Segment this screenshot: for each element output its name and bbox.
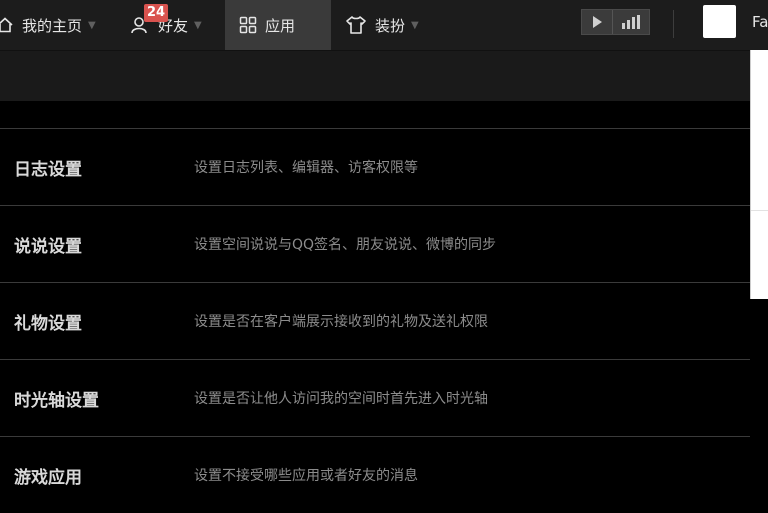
user-name[interactable]: Fa	[752, 0, 768, 45]
nav-item-apps-label: 应用	[265, 16, 296, 35]
settings-row-gift[interactable]: 礼物设置 设置是否在客户端展示接收到的礼物及送礼权限	[0, 282, 750, 359]
equalizer-icon	[622, 15, 640, 29]
nav-item-dressup[interactable]: 装扮 ▼	[345, 0, 419, 50]
settings-list: 日志设置 设置日志列表、编辑器、访客权限等 说说设置 设置空间说说与QQ签名、朋…	[0, 128, 750, 513]
settings-row-title: 游戏应用	[14, 467, 82, 488]
settings-row-title: 礼物设置	[14, 313, 82, 334]
sub-header-bar	[0, 51, 768, 101]
settings-row-timeline[interactable]: 时光轴设置 设置是否让他人访问我的空间时首先进入时光轴	[0, 359, 750, 436]
chevron-down-icon: ▼	[194, 19, 202, 31]
play-button[interactable]	[582, 10, 613, 34]
chevron-down-icon: ▼	[88, 19, 96, 31]
settings-row-desc: 设置日志列表、编辑器、访客权限等	[194, 160, 418, 176]
friends-count-badge: 24	[144, 4, 169, 22]
nav-item-dressup-label: 装扮	[375, 16, 406, 35]
settings-row-games[interactable]: 游戏应用 设置不接受哪些应用或者好友的消息	[0, 436, 750, 513]
play-icon	[593, 16, 602, 28]
nav-item-home-label: 我的主页	[22, 16, 83, 35]
settings-row-desc: 设置是否在客户端展示接收到的礼物及送礼权限	[194, 314, 488, 330]
nav-item-home[interactable]: 我的主页 ▼	[0, 0, 96, 50]
settings-row-title: 时光轴设置	[14, 390, 99, 411]
nav-divider	[673, 10, 674, 38]
settings-row-title: 说说设置	[14, 236, 82, 257]
tshirt-icon	[345, 15, 367, 35]
settings-row-desc: 设置是否让他人访问我的空间时首先进入时光轴	[194, 391, 488, 407]
chevron-down-icon: ▼	[411, 19, 419, 31]
dropdown-panel	[750, 50, 768, 299]
apps-grid-icon	[239, 16, 257, 34]
settings-row-title: 日志设置	[14, 159, 82, 180]
settings-row-desc: 设置不接受哪些应用或者好友的消息	[194, 468, 418, 484]
avatar[interactable]	[703, 5, 736, 38]
home-icon	[0, 16, 14, 34]
equalizer-button[interactable]	[613, 10, 649, 34]
top-nav-bar: 我的主页 ▼ 好友 ▼ 24 应用 装扮 ▼ Fa	[0, 0, 768, 51]
music-player-control[interactable]	[581, 9, 650, 35]
nav-item-apps[interactable]: 应用	[225, 0, 331, 50]
settings-row-desc: 设置空间说说与QQ签名、朋友说说、微博的同步	[194, 237, 497, 253]
settings-row-shuoshuo[interactable]: 说说设置 设置空间说说与QQ签名、朋友说说、微博的同步	[0, 205, 750, 282]
dropdown-divider	[751, 210, 768, 211]
settings-row-blog[interactable]: 日志设置 设置日志列表、编辑器、访客权限等	[0, 128, 750, 205]
